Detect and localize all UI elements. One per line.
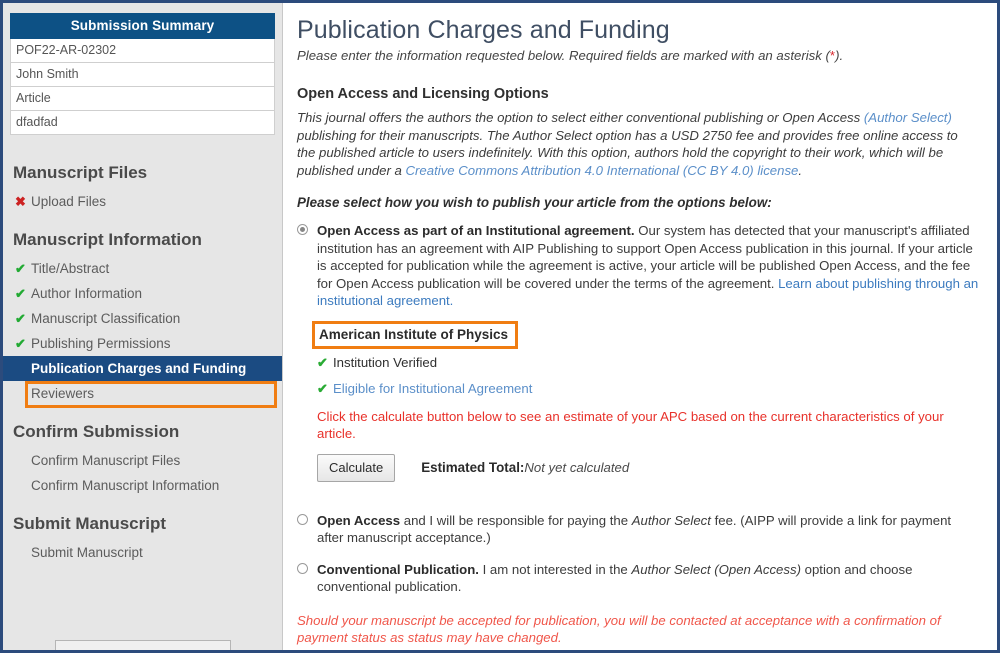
sidebar-item-label: Confirm Manuscript Files	[31, 453, 181, 468]
submission-summary-header: Submission Summary	[10, 13, 275, 39]
estimated-total-label: Estimated Total:	[421, 460, 525, 475]
page-title: Publication Charges and Funding	[297, 16, 670, 44]
status-eligible-label: Eligible for Institutional Agreement	[333, 380, 533, 396]
submission-summary-panel: Submission Summary POF22-AR-02302 John S…	[10, 13, 275, 135]
nav-group-confirm-submission: Confirm Submission	[13, 422, 180, 441]
calculate-row: Calculate Estimated Total: Not yet calcu…	[317, 453, 979, 482]
sidebar-item-label: Upload Files	[31, 194, 107, 209]
summary-row-title: dfadfad	[10, 111, 275, 135]
institution-name-wrapper: American Institute of Physics	[312, 320, 519, 349]
option-conventional-title: Conventional Publication.	[317, 561, 479, 577]
option-open-access-text-a: and I will be responsible for paying the	[400, 512, 632, 528]
summary-row-type: Article	[10, 87, 275, 111]
sidebar-item-submit-manuscript[interactable]: Submit Manuscript	[3, 540, 282, 565]
main-content: Publication Charges and Funding Please e…	[283, 3, 997, 650]
radio-open-access-author-pays[interactable]	[297, 513, 308, 525]
intro-text-part3: .	[798, 162, 803, 178]
page-subtitle: Please enter the information requested b…	[297, 47, 979, 64]
sidebar-item-label: Confirm Manuscript Information	[31, 478, 220, 493]
section-title-open-access: Open Access and Licensing Options	[297, 86, 549, 102]
sidebar-item-label: Author Information	[31, 286, 143, 301]
open-access-intro-paragraph: This journal offers the authors the opti…	[297, 109, 979, 179]
calculate-warning-text: Click the calculate button below to see …	[317, 408, 944, 441]
select-publishing-option-prompt: Please select how you wish to publish yo…	[297, 195, 772, 210]
radio-conventional-publication[interactable]	[297, 562, 308, 574]
check-icon: ✔	[317, 354, 328, 370]
check-icon: ✔	[15, 286, 26, 301]
institution-name: American Institute of Physics	[319, 326, 509, 342]
application-page: Submission Summary POF22-AR-02302 John S…	[0, 0, 1000, 653]
sidebar-item-reviewers[interactable]: Reviewers	[3, 381, 282, 406]
summary-row-manuscript-id: POF22-AR-02302	[10, 39, 275, 63]
page-layout: Submission Summary POF22-AR-02302 John S…	[3, 3, 997, 650]
check-icon: ✔	[15, 261, 26, 276]
option-conventional-text-a: I am not interested in the	[478, 561, 632, 577]
institution-verification-block: American Institute of Physics ✔ Instituti…	[312, 320, 979, 482]
check-icon: ✔	[317, 380, 328, 396]
sidebar-item-upload-files[interactable]: ✖ Upload Files	[3, 189, 282, 214]
nav-group-manuscript-information: Manuscript Information	[13, 230, 202, 249]
sidebar-item-publication-charges-and-funding[interactable]: Publication Charges and Funding	[3, 356, 282, 381]
submission-nav: Manuscript Files ✖ Upload Files Manuscri…	[3, 163, 282, 565]
sidebar-item-label: Manuscript Classification	[31, 311, 181, 326]
sidebar: Submission Summary POF22-AR-02302 John S…	[3, 3, 283, 650]
sidebar-bottom-panel-stub	[55, 640, 231, 650]
nav-group-submit-manuscript: Submit Manuscript	[13, 514, 167, 533]
sidebar-item-label: Publishing Permissions	[31, 336, 171, 351]
summary-row-author: John Smith	[10, 63, 275, 87]
status-eligible-for-agreement[interactable]: ✔ Eligible for Institutional Agreement	[317, 380, 979, 397]
cc-by-license-link[interactable]: Creative Commons Attribution 4.0 Interna…	[406, 163, 799, 178]
status-institution-verified: ✔ Institution Verified	[317, 354, 979, 371]
estimated-total-value: Not yet calculated	[524, 460, 630, 475]
nav-group-manuscript-files: Manuscript Files	[13, 163, 148, 182]
option-institutional-agreement-title: Open Access as part of an Institutional …	[317, 223, 635, 238]
payment-status-note: Should your manuscript be accepted for p…	[297, 612, 941, 645]
option-open-access-title: Open Access	[317, 512, 401, 528]
author-select-link[interactable]: (Author Select)	[864, 110, 952, 125]
sidebar-item-title-abstract[interactable]: ✔ Title/Abstract	[3, 256, 282, 281]
sidebar-item-manuscript-classification[interactable]: ✔ Manuscript Classification	[3, 306, 282, 331]
sidebar-item-confirm-manuscript-information[interactable]: Confirm Manuscript Information	[3, 473, 282, 498]
sidebar-item-author-information[interactable]: ✔ Author Information	[3, 281, 282, 306]
sidebar-item-label: Publication Charges and Funding	[31, 361, 247, 376]
radio-institutional-agreement[interactable]	[297, 224, 308, 235]
option-conventional-italic: Author Select (Open Access)	[631, 561, 801, 577]
option-conventional-publication[interactable]: Conventional Publication. I am not inter…	[297, 561, 979, 596]
sidebar-item-confirm-manuscript-files[interactable]: Confirm Manuscript Files	[3, 448, 282, 473]
intro-text-part1: This journal offers the authors the opti…	[297, 110, 864, 125]
sidebar-item-publishing-permissions[interactable]: ✔ Publishing Permissions	[3, 331, 282, 356]
page-subtitle-text: Please enter the information requested b…	[297, 48, 830, 63]
sidebar-item-label: Submit Manuscript	[31, 545, 143, 560]
page-subtitle-text-end: ).	[835, 48, 844, 63]
sidebar-item-label: Reviewers	[31, 386, 95, 401]
check-icon: ✔	[15, 311, 26, 326]
option-open-access-italic: Author Select	[631, 512, 711, 528]
cross-icon: ✖	[15, 194, 26, 209]
option-open-access-author-pays[interactable]: Open Access and I will be responsible fo…	[297, 512, 979, 547]
calculate-button[interactable]: Calculate	[317, 453, 396, 482]
sidebar-item-label: Title/Abstract	[31, 261, 110, 276]
check-icon: ✔	[15, 336, 26, 351]
option-institutional-agreement[interactable]: Open Access as part of an Institutional …	[297, 222, 979, 310]
status-institution-verified-label: Institution Verified	[333, 354, 438, 370]
